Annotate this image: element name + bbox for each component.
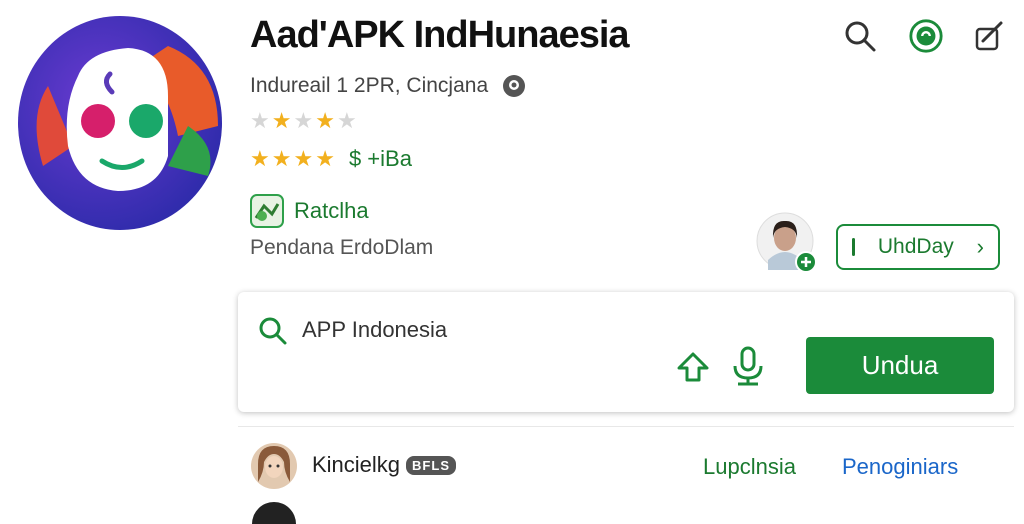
star-icon: ★ xyxy=(315,108,335,133)
star-icon: ★ xyxy=(250,108,270,133)
category-label: Pendana ErdoDlam xyxy=(250,236,434,259)
star-icon: ★ xyxy=(250,146,270,171)
link-lupclnsia[interactable]: Lupclnsia xyxy=(703,454,796,480)
rating-stars-1: ★ ★ ★ ★ ★ xyxy=(250,110,357,132)
star-icon: ★ xyxy=(271,146,292,171)
share-icon[interactable] xyxy=(676,350,710,384)
page-title: Aad'APK IndHunaesia xyxy=(250,14,630,56)
avatar[interactable] xyxy=(250,442,298,490)
gear-icon[interactable] xyxy=(908,18,944,54)
price-label: $ +iBa xyxy=(348,146,412,171)
link-penoginiars[interactable]: Penoginiars xyxy=(842,454,958,480)
update-label: UhdDay xyxy=(877,235,954,258)
edit-icon[interactable] xyxy=(970,18,1006,54)
star-icon: ★ xyxy=(336,108,357,133)
info-icon[interactable] xyxy=(502,74,526,98)
star-icon: ★ xyxy=(315,146,335,171)
divider xyxy=(238,426,1014,427)
user-badge: BFLS xyxy=(406,455,456,475)
avatar[interactable] xyxy=(756,212,818,274)
star-icon: ★ xyxy=(271,108,292,133)
rating-stars-2: ★ ★ ★ ★ $ +iBa xyxy=(250,146,412,172)
search-icon[interactable] xyxy=(258,316,288,346)
update-button[interactable]: UhdDay › xyxy=(836,224,1000,270)
user-name[interactable]: Kincielkg xyxy=(312,452,400,478)
developer-badge-icon xyxy=(250,194,284,228)
developer-name[interactable]: Ratclha xyxy=(294,198,369,224)
user-name-row[interactable]: Kincielkg BFLS xyxy=(312,452,456,478)
subtitle-text: Indureail 1 2PR, Cincjana xyxy=(250,74,489,97)
app-logo-icon xyxy=(18,16,222,230)
search-icon[interactable] xyxy=(842,18,878,54)
next-avatar-peek xyxy=(252,502,296,524)
update-indicator xyxy=(852,238,855,256)
star-icon: ★ xyxy=(293,146,314,171)
chevron-right-icon: › xyxy=(976,234,984,259)
developer-row[interactable]: Ratclha xyxy=(250,194,369,228)
star-icon: ★ xyxy=(293,108,314,133)
mic-icon[interactable] xyxy=(730,346,766,386)
search-input[interactable]: APP Indonesia xyxy=(302,317,447,343)
app-subtitle: Indureail 1 2PR, Cincjana xyxy=(250,74,526,98)
download-button[interactable]: Undua xyxy=(806,337,994,394)
